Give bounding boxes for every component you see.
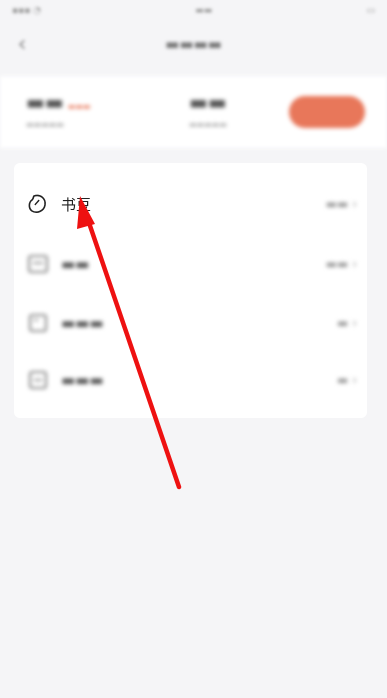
stat-left: ▬▬ ▬▬▬ ▬▬▬▬▬ [26, 90, 90, 129]
recharge-button[interactable] [289, 96, 365, 128]
list-item-4[interactable]: ▬▬▬ ▬ › [14, 351, 367, 409]
list-item-label: 书豆 [61, 195, 92, 214]
list-item-2[interactable]: ▬▬ ▬▬ › [14, 235, 367, 293]
bean-icon [26, 192, 50, 216]
page-title: ▬▬▬▬ [165, 35, 222, 53]
list-item-label: ▬▬▬ [61, 371, 104, 389]
account-list: 书豆 ▬▬ › ▬▬ ▬▬ › ▬▬▬ ▬ › ▬▬▬ ▬ › [14, 163, 367, 418]
battery-icon: ▭ [366, 6, 375, 16]
list-item-label: ▬▬▬ [61, 314, 104, 332]
stat-right-value: ▬▬ [189, 90, 227, 114]
back-button[interactable]: ‹ [12, 31, 32, 57]
stat-left-tag: ▬▬▬ [67, 102, 91, 111]
stat-right: ▬▬ ▬▬▬▬▬ [189, 90, 227, 129]
clock: ▬▬ [195, 6, 213, 16]
list-item-value: ▬ › [337, 373, 357, 387]
list-item-value: ▬ › [337, 316, 357, 330]
status-bar: ▪▪▪ ◔ ▬▬ ▭ [0, 0, 387, 22]
ticket-icon [26, 311, 50, 335]
stat-right-caption: ▬▬▬▬▬ [189, 120, 227, 129]
list-item-label: ▬▬ [61, 255, 90, 273]
carrier-signal-icon: ▪▪▪ ◔ [12, 6, 42, 16]
list-item-shudou[interactable]: 书豆 ▬▬ › [14, 175, 367, 233]
chevron-left-icon: ‹ [17, 31, 27, 57]
list-item-3[interactable]: ▬▬▬ ▬ › [14, 294, 367, 352]
stat-left-value: ▬▬ [26, 90, 64, 114]
balance-summary: ▬▬ ▬▬▬ ▬▬▬▬▬ ▬▬ ▬▬▬▬▬ [0, 76, 387, 148]
list-item-value: ▬▬ › [325, 257, 357, 271]
stat-left-caption: ▬▬▬▬▬ [26, 120, 64, 129]
navbar: ‹ ▬▬▬▬ [0, 22, 387, 66]
coupon-icon [26, 252, 50, 276]
list-item-value: ▬▬ › [325, 197, 357, 211]
card-icon [26, 368, 50, 392]
